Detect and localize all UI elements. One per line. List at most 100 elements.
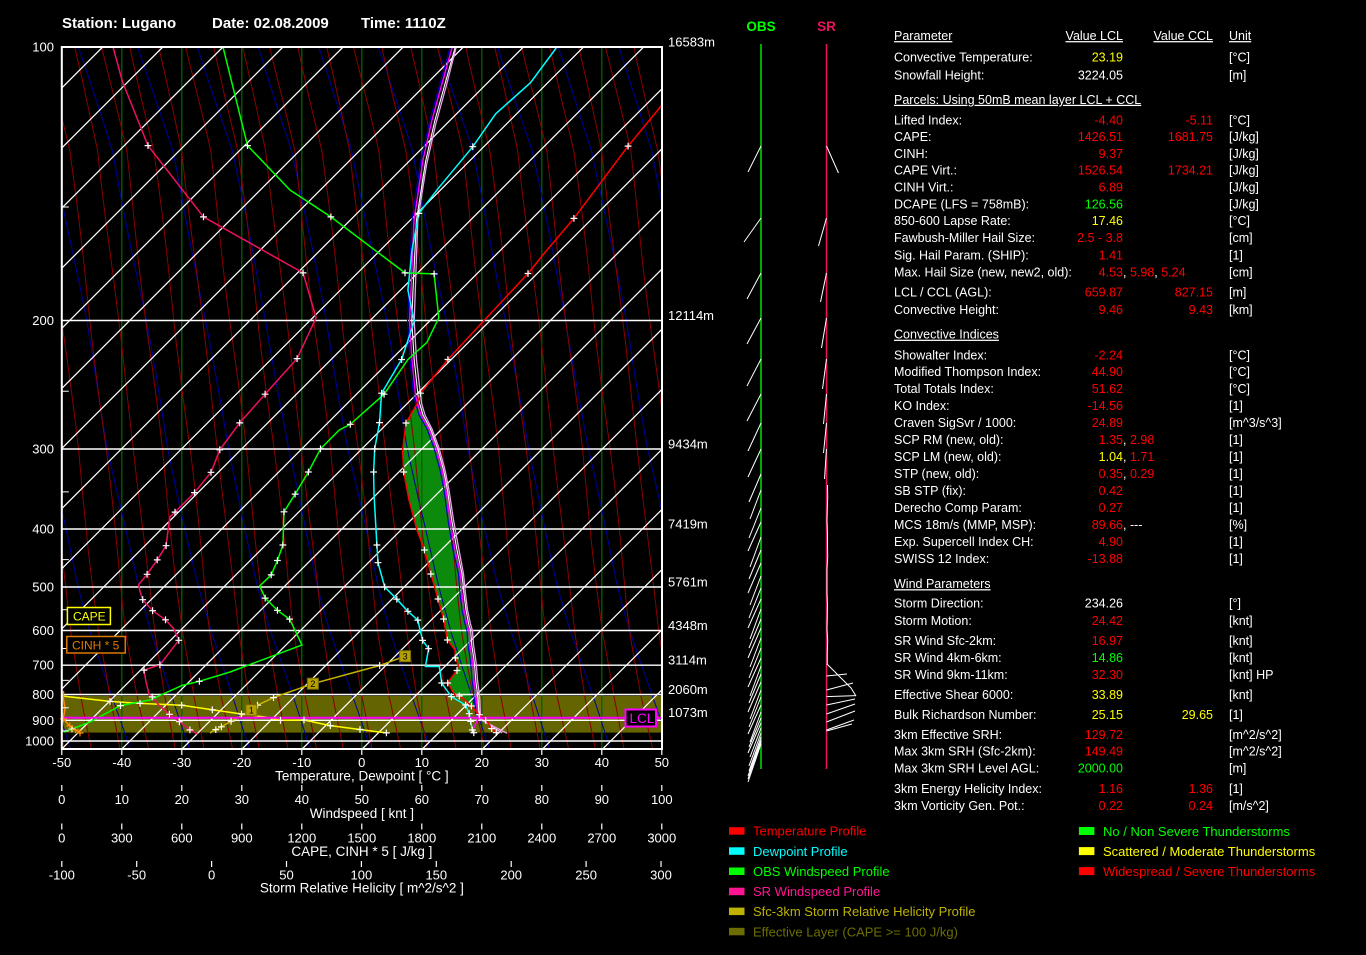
svg-text:[1]: [1] xyxy=(1229,484,1243,498)
svg-text:60: 60 xyxy=(415,792,429,807)
svg-text:300: 300 xyxy=(650,868,672,883)
svg-text:SCP RM (new, old):: SCP RM (new, old): xyxy=(894,433,1004,447)
svg-text:400: 400 xyxy=(32,522,54,537)
svg-text:850-600 Lapse Rate:: 850-600 Lapse Rate: xyxy=(894,214,1011,228)
svg-text:Widespread / Severe Thundersto: Widespread / Severe Thunderstorms xyxy=(1103,864,1316,879)
svg-text:Fawbush-Miller Hail Size:: Fawbush-Miller Hail Size: xyxy=(894,231,1035,245)
svg-text:[°C]: [°C] xyxy=(1229,365,1250,379)
svg-text:50: 50 xyxy=(655,755,669,770)
svg-text:129.72: 129.72 xyxy=(1085,728,1123,742)
svg-text:1681.75: 1681.75 xyxy=(1168,130,1213,144)
svg-text:Date: 02.08.2009: Date: 02.08.2009 xyxy=(212,15,329,32)
svg-text:KO Index:: KO Index: xyxy=(894,399,950,413)
svg-text:SR Wind 9km-11km:: SR Wind 9km-11km: xyxy=(894,668,1008,682)
svg-text:500: 500 xyxy=(32,580,54,595)
svg-text:Temperature Profile: Temperature Profile xyxy=(753,824,866,839)
svg-text:1.16: 1.16 xyxy=(1099,782,1123,796)
svg-text:3km Vorticity Gen. Pot.:: 3km Vorticity Gen. Pot.: xyxy=(894,799,1025,813)
svg-text:0: 0 xyxy=(58,831,65,846)
svg-text:2.5 - 3.8: 2.5 - 3.8 xyxy=(1077,231,1123,245)
svg-text:51.62: 51.62 xyxy=(1092,382,1123,396)
svg-text:Station: Lugano: Station: Lugano xyxy=(62,15,176,32)
svg-text:7419m: 7419m xyxy=(668,517,708,532)
svg-text:[1]: [1] xyxy=(1229,450,1243,464)
svg-text:Value LCL: Value LCL xyxy=(1066,29,1123,43)
svg-text:Exp. Supercell Index CH:: Exp. Supercell Index CH: xyxy=(894,535,1034,549)
svg-text:SB STP (fix):: SB STP (fix): xyxy=(894,484,966,498)
svg-text:No / Non Severe Thunderstorms: No / Non Severe Thunderstorms xyxy=(1103,824,1290,839)
svg-text:Scattered / Moderate Thunderst: Scattered / Moderate Thunderstorms xyxy=(1103,844,1316,859)
svg-text:2400: 2400 xyxy=(527,831,556,846)
svg-text:-30: -30 xyxy=(172,755,191,770)
svg-text:9.43: 9.43 xyxy=(1189,303,1213,317)
svg-text:900: 900 xyxy=(231,831,253,846)
svg-text:2: 2 xyxy=(310,679,315,689)
svg-text:90: 90 xyxy=(595,792,609,807)
svg-text:[J/kg]: [J/kg] xyxy=(1229,164,1259,178)
svg-text:827.15: 827.15 xyxy=(1175,286,1213,300)
svg-text:CAPE, CINH * 5 [ J/kg ]: CAPE, CINH * 5 [ J/kg ] xyxy=(291,844,432,859)
svg-text:-13.88: -13.88 xyxy=(1088,552,1123,566)
svg-text:250: 250 xyxy=(575,868,597,883)
svg-text:24.89: 24.89 xyxy=(1092,416,1123,430)
svg-text:Time: 1110Z: Time: 1110Z xyxy=(361,15,446,32)
svg-text:[1]: [1] xyxy=(1229,248,1243,262)
svg-text:0.35: 0.35 xyxy=(1099,467,1123,481)
svg-text:Effective Layer (CAPE >= 100 J: Effective Layer (CAPE >= 100 J/kg) xyxy=(753,924,958,939)
svg-text:9.46: 9.46 xyxy=(1099,303,1123,317)
svg-text:29.65: 29.65 xyxy=(1182,708,1213,722)
svg-text:3km Effective SRH:: 3km Effective SRH: xyxy=(894,728,1002,742)
svg-text:-4.40: -4.40 xyxy=(1095,113,1124,127)
svg-text:2100: 2100 xyxy=(467,831,496,846)
svg-text:SR Windspeed Profile: SR Windspeed Profile xyxy=(753,884,880,899)
svg-text:, 1.71: , 1.71 xyxy=(1123,450,1154,464)
svg-text:89.66: 89.66 xyxy=(1092,518,1123,532)
svg-text:[1]: [1] xyxy=(1229,782,1243,796)
svg-text:Max. Hail Size (new, new2, old: Max. Hail Size (new, new2, old): xyxy=(894,265,1072,279)
svg-text:3km Energy Helicity Index:: 3km Energy Helicity Index: xyxy=(894,782,1042,796)
svg-text:3000: 3000 xyxy=(647,831,676,846)
svg-text:[J/kg]: [J/kg] xyxy=(1229,197,1259,211)
svg-text:[°]: [°] xyxy=(1229,596,1241,610)
svg-text:SR Wind Sfc-2km:: SR Wind Sfc-2km: xyxy=(894,634,996,648)
svg-text:Storm Motion:: Storm Motion: xyxy=(894,614,972,628)
svg-text:Sig. Hail Param. (SHIP):: Sig. Hail Param. (SHIP): xyxy=(894,248,1029,262)
svg-text:SR: SR xyxy=(817,19,836,34)
svg-text:SCP LM (new, old):: SCP LM (new, old): xyxy=(894,450,1001,464)
svg-text:LCL / CCL (AGL):: LCL / CCL (AGL): xyxy=(894,286,992,300)
svg-text:[°C]: [°C] xyxy=(1229,51,1250,65)
svg-text:0.22: 0.22 xyxy=(1099,799,1123,813)
svg-text:33.89: 33.89 xyxy=(1092,688,1123,702)
svg-text:17.46: 17.46 xyxy=(1092,214,1123,228)
svg-text:23.19: 23.19 xyxy=(1092,51,1123,65)
svg-text:0.42: 0.42 xyxy=(1099,484,1123,498)
svg-text:200: 200 xyxy=(500,868,522,883)
svg-text:Dewpoint Profile: Dewpoint Profile xyxy=(753,844,848,859)
svg-text:Total Totals Index:: Total Totals Index: xyxy=(894,382,994,396)
svg-text:9.37: 9.37 xyxy=(1099,147,1123,161)
svg-text:Temperature, Dewpoint [ °C ]: Temperature, Dewpoint [ °C ] xyxy=(275,769,448,784)
svg-text:-20: -20 xyxy=(232,755,251,770)
svg-text:100: 100 xyxy=(651,792,673,807)
svg-text:[1]: [1] xyxy=(1229,399,1243,413)
svg-text:4348m: 4348m xyxy=(668,618,708,633)
svg-text:0: 0 xyxy=(208,868,215,883)
svg-text:-50: -50 xyxy=(127,868,146,883)
svg-text:Parcels: Using 50mB mean layer: Parcels: Using 50mB mean layer LCL + CCL xyxy=(894,93,1141,107)
svg-text:[°C]: [°C] xyxy=(1229,348,1250,362)
svg-text:[m^2/s^2]: [m^2/s^2] xyxy=(1229,728,1282,742)
svg-text:Max 3km SRH Level AGL:: Max 3km SRH Level AGL: xyxy=(894,762,1039,776)
svg-text:1073m: 1073m xyxy=(668,705,708,720)
svg-text:25.15: 25.15 xyxy=(1092,708,1123,722)
svg-text:16583m: 16583m xyxy=(668,35,715,50)
svg-text:5761m: 5761m xyxy=(668,575,708,590)
svg-text:3: 3 xyxy=(403,652,408,662)
svg-text:2060m: 2060m xyxy=(668,682,708,697)
svg-text:SWISS 12 Index:: SWISS 12 Index: xyxy=(894,552,989,566)
svg-text:[m/s^2]: [m/s^2] xyxy=(1229,799,1269,813)
svg-text:40: 40 xyxy=(595,755,609,770)
svg-text:149.49: 149.49 xyxy=(1085,745,1123,759)
svg-text:STP (new, old):: STP (new, old): xyxy=(894,467,979,481)
svg-text:Storm Direction:: Storm Direction: xyxy=(894,596,984,610)
svg-text:OBS Windspeed Profile: OBS Windspeed Profile xyxy=(753,864,890,879)
